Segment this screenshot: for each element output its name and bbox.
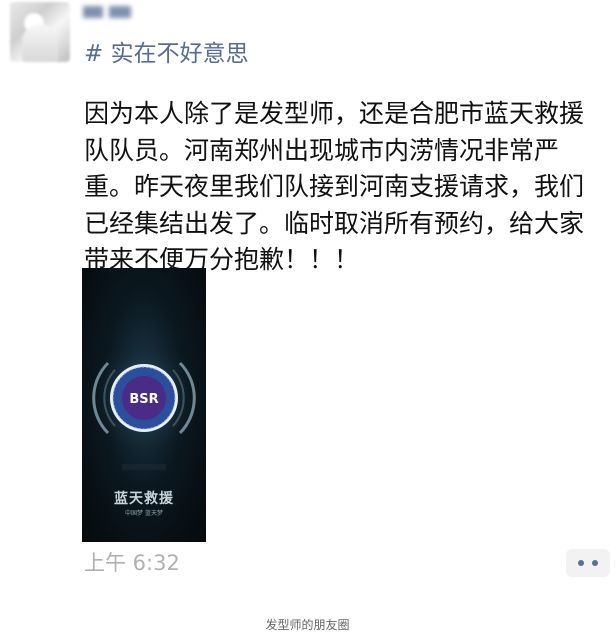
post-timestamp: 上午 6:32 bbox=[84, 551, 180, 575]
avatar[interactable] bbox=[10, 2, 70, 62]
more-dots-icon bbox=[578, 560, 584, 566]
more-options-button[interactable] bbox=[566, 549, 610, 577]
post-image[interactable]: BSR 蓝天救援 中国梦 蓝天梦 bbox=[82, 268, 206, 542]
topic-tag[interactable]: # 实在不好意思 bbox=[84, 36, 249, 72]
poster-title: 蓝天救援 bbox=[114, 491, 174, 507]
svg-text:BSR: BSR bbox=[129, 392, 158, 407]
post-text-line: 已经集结出发了。临时取消所有预约，给大家 bbox=[84, 208, 585, 238]
image-caption: 发型师的朋友圈 bbox=[265, 618, 350, 632]
post-text-line: 重。昨天夜里我们队接到河南支援请求，我们 bbox=[84, 172, 585, 201]
post-text-line: 队队员。河南郑州出现城市内涝情况非常严 bbox=[84, 135, 560, 165]
username-blurred[interactable] bbox=[83, 2, 143, 26]
poster-subtitle: 中国梦 蓝天梦 bbox=[125, 510, 163, 517]
post-text-line: 因为本人除了是发型师，还是合肥市蓝天救援 bbox=[84, 99, 585, 128]
more-dots-icon bbox=[592, 560, 598, 566]
post-text: 因为本人除了是发型师，还是合肥市蓝天救援 队队员。河南郑州出现城市内涝情况非常严… bbox=[84, 96, 610, 279]
